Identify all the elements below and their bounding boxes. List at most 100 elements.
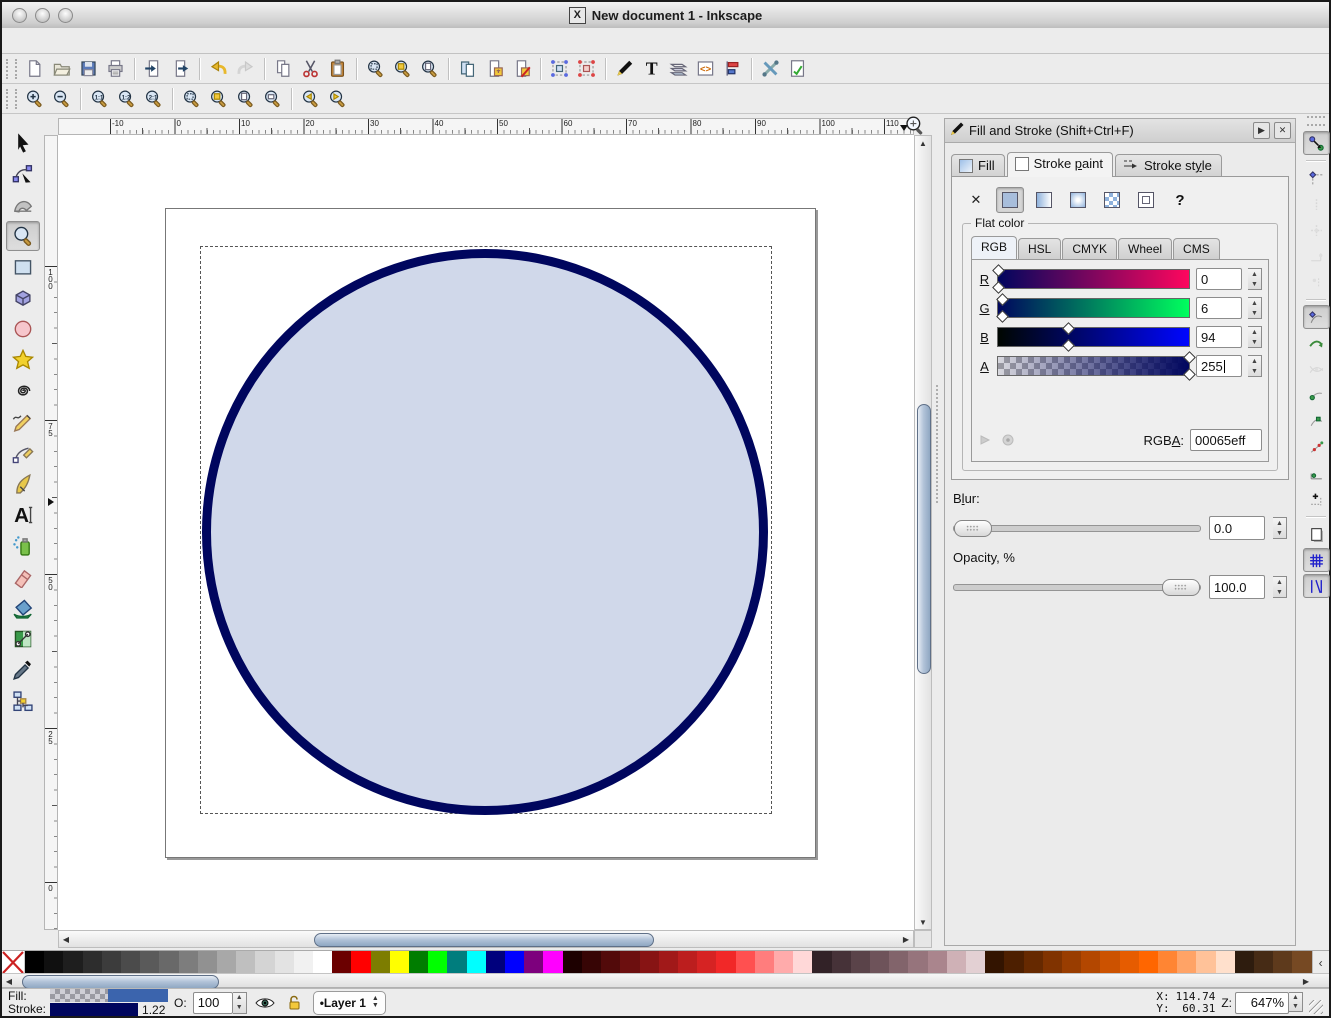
opacity-slider-thumb[interactable] [1162,579,1200,596]
spiral-tool[interactable] [6,376,40,406]
palette-swatch[interactable] [716,951,735,974]
palette-swatch[interactable] [121,951,140,974]
resize-grip[interactable] [1309,1000,1323,1014]
paint-radial-gradient-button[interactable] [1064,187,1092,213]
import-button[interactable] [140,56,167,82]
vertical-ruler[interactable]: 1007550250 [44,135,58,930]
palette-swatch[interactable] [179,951,198,974]
spray-tool[interactable] [6,531,40,561]
preferences-button[interactable] [757,56,784,82]
zoom-previous-button[interactable] [297,86,324,112]
ungroup-button[interactable] [573,56,600,82]
palette-swatch[interactable] [1043,951,1062,974]
snap-bbox-button[interactable] [1303,166,1330,190]
palette-swatch[interactable] [44,951,63,974]
palette-scroll-thumb[interactable] [22,975,219,989]
green-value-field[interactable]: 6 [1196,297,1242,319]
layers-dialog-button[interactable] [665,56,692,82]
horizontal-scroll-thumb[interactable] [314,933,654,947]
opacity-slider[interactable] [953,584,1201,591]
red-spinner[interactable]: ▲▼ [1248,268,1262,290]
zoom-selection-button[interactable] [362,56,389,82]
duplicate-button[interactable] [454,56,481,82]
palette-scroll-left[interactable]: ◀ [2,974,16,988]
tweak-tool[interactable] [6,190,40,220]
palette-swatch[interactable] [1254,951,1273,974]
paint-unknown-button[interactable]: ? [1166,187,1194,213]
vertical-scroll-thumb[interactable] [917,404,931,674]
palette-swatch[interactable] [736,951,755,974]
color-target-icon[interactable] [1000,432,1016,448]
box3d-tool[interactable] [6,283,40,313]
palette-swatch-none[interactable] [2,951,25,974]
palette-swatch[interactable] [447,951,466,974]
palette-swatch[interactable] [294,951,313,974]
palette-swatch[interactable] [1081,951,1100,974]
group-button[interactable] [546,56,573,82]
palette-swatch[interactable] [1273,951,1292,974]
palette-swatch[interactable] [159,951,178,974]
snap-bbox-edges-button[interactable] [1303,192,1330,216]
palette-swatch[interactable] [543,951,562,974]
rgba-field[interactable]: 00065eff [1190,429,1262,451]
paint-swatch-button[interactable] [1132,187,1160,213]
snap-bbox-centers-button[interactable] [1303,270,1330,294]
horizontal-scrollbar[interactable]: ◀ ▶ [58,930,914,948]
palette-swatch[interactable] [25,951,44,974]
new-document-button[interactable] [21,56,48,82]
eraser-tool[interactable] [6,562,40,592]
tab-wheel[interactable]: Wheel [1118,238,1172,259]
palette-swatch[interactable] [774,951,793,974]
horizontal-ruler[interactable]: -100102030405060708090100110 [58,118,914,135]
palette-swatch[interactable] [582,951,601,974]
palette-swatch[interactable] [198,951,217,974]
palette-swatch[interactable] [851,951,870,974]
palette-swatch[interactable] [1139,951,1158,974]
palette-swatch[interactable] [908,951,927,974]
alpha-value-field[interactable]: 255 [1196,355,1242,377]
paint-flat-button[interactable] [996,187,1024,213]
align-dialog-button[interactable] [719,56,746,82]
fill-stroke-indicator[interactable]: Fill: Stroke: 1.22 [8,989,168,1017]
paint-pattern-button[interactable] [1098,187,1126,213]
create-clone-button[interactable] [481,56,508,82]
alpha-spinner[interactable]: ▲▼ [1248,355,1262,377]
node-tool[interactable] [6,159,40,189]
palette-swatch[interactable] [1196,951,1215,974]
palette-swatch[interactable] [812,951,831,974]
object-opacity-spinner[interactable]: ▲▼ [233,992,247,1014]
panel-splitter[interactable] [932,114,944,950]
toolbar-grip[interactable] [6,59,17,79]
tab-hsl[interactable]: HSL [1018,238,1061,259]
fill-color-swatch[interactable] [50,989,168,1002]
zoom-value-field[interactable]: 647% [1235,992,1289,1014]
palette-scrollbar[interactable]: ◀ ▶ [2,973,1329,988]
palette-swatch[interactable] [563,951,582,974]
scroll-up-arrow[interactable]: ▲ [916,136,930,150]
paint-none-button[interactable]: ✕ [962,187,990,213]
scroll-left-arrow[interactable]: ◀ [59,932,73,946]
slider-marker[interactable] [992,264,1005,277]
blur-spinner[interactable]: ▲▼ [1273,517,1287,539]
zoom-page-button[interactable] [416,56,443,82]
layer-visibility-button[interactable] [253,991,277,1015]
cut-button[interactable] [297,56,324,82]
snap-cusp-nodes-button[interactable] [1303,383,1330,407]
palette-swatch[interactable] [371,951,390,974]
snap-rotation-centers-button[interactable] [1303,487,1330,511]
palette-swatch[interactable] [947,951,966,974]
star-tool[interactable] [6,345,40,375]
slider-marker[interactable] [992,281,1005,294]
palette-swatch[interactable] [1062,951,1081,974]
palette-swatch[interactable] [1158,951,1177,974]
opacity-spinner[interactable]: ▲▼ [1273,576,1287,598]
export-button[interactable] [167,56,194,82]
object-opacity-field[interactable]: 100 [193,992,233,1014]
zoom-in-button[interactable] [21,86,48,112]
ellipse-tool[interactable] [6,314,40,344]
tab-stroke-paint[interactable]: Stroke paint [1007,152,1113,177]
blur-slider-thumb[interactable] [954,520,992,537]
print-button[interactable] [102,56,129,82]
palette-swatch[interactable] [255,951,274,974]
paste-button[interactable] [324,56,351,82]
